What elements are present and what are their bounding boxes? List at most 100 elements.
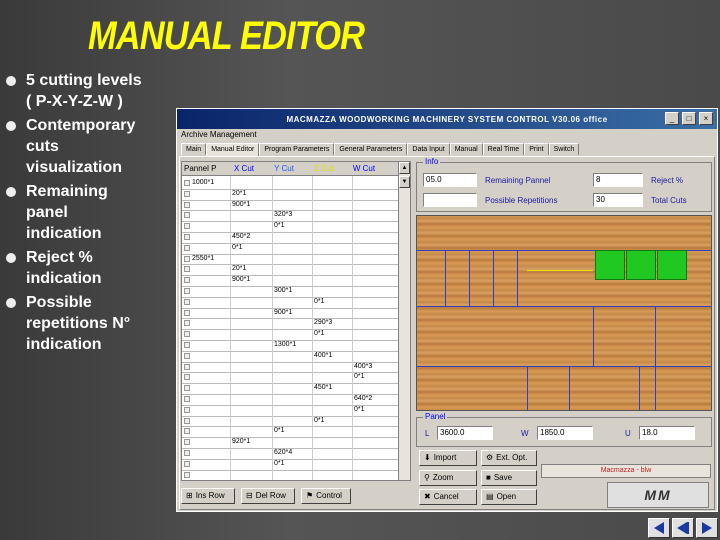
import-button[interactable]: ⬇ Import — [419, 450, 477, 466]
scroll-up-icon[interactable]: ▲ — [399, 162, 410, 174]
row-selector[interactable] — [184, 396, 190, 402]
tab-switch[interactable]: Switch — [548, 143, 580, 155]
grid-cell[interactable]: 1000*1 — [192, 179, 214, 186]
grid-cell[interactable]: 300*1 — [274, 287, 292, 294]
grid-cell[interactable]: 0*1 — [314, 417, 325, 424]
del-row-button[interactable]: ⊟ Del Row — [241, 488, 295, 504]
grid-cell[interactable]: 2550*1 — [192, 255, 214, 262]
row-selector[interactable] — [184, 460, 190, 467]
row-selector[interactable] — [184, 471, 190, 478]
grid-cell[interactable]: 620*4 — [274, 449, 292, 456]
grid-cell[interactable]: 400*3 — [354, 363, 372, 370]
grid-row-line — [182, 469, 400, 471]
row-selector[interactable] — [184, 363, 190, 370]
row-selector[interactable] — [184, 385, 190, 392]
tab-manual-editor[interactable]: Manual Editor — [206, 143, 260, 156]
panel-group: Panel L 3600.0 W 1850.0 U 18.0 — [416, 412, 712, 447]
insert-row-icon: ⊞ — [186, 491, 193, 500]
l-field[interactable]: 3600.0 — [437, 426, 493, 440]
row-selector[interactable] — [184, 406, 190, 413]
grid-cell[interactable]: 0*1 — [354, 406, 365, 413]
row-selector[interactable] — [184, 212, 190, 219]
row-selector[interactable] — [184, 417, 190, 424]
row-selector[interactable] — [184, 342, 190, 348]
grid-cell[interactable]: 400*1 — [314, 352, 332, 359]
grid-cell[interactable]: 0*1 — [314, 298, 325, 305]
grid-cell[interactable]: 450*1 — [314, 384, 332, 391]
cut-line — [527, 366, 528, 410]
row-selector[interactable] — [184, 190, 190, 197]
grid-cell[interactable]: 20*1 — [232, 265, 246, 272]
ins-row-button[interactable]: ⊞ Ins Row — [181, 488, 235, 504]
grid-cell[interactable]: 0*1 — [314, 330, 325, 337]
row-selector[interactable] — [184, 277, 190, 284]
row-selector[interactable] — [184, 298, 190, 305]
rewind-icon — [654, 522, 664, 534]
w-field[interactable]: 1850.0 — [537, 426, 593, 440]
bullet-dot-icon — [6, 298, 16, 308]
row-selector[interactable] — [184, 331, 190, 338]
status-bar: Macmazza - blw — [541, 464, 711, 478]
scroll-down-icon[interactable]: ▼ — [399, 176, 410, 188]
row-selector[interactable] — [184, 234, 190, 240]
row-selector[interactable] — [184, 201, 190, 208]
row-selector[interactable] — [184, 320, 190, 327]
tab-program-parameters[interactable]: Program Parameters — [259, 143, 335, 155]
tab-main[interactable]: Main — [181, 143, 207, 155]
menu-archive-management[interactable]: Archive Management — [177, 129, 717, 141]
tab-print[interactable]: Print — [524, 143, 549, 155]
row-selector[interactable] — [184, 223, 190, 230]
grid-cell[interactable]: 0*1 — [274, 460, 285, 467]
grid-cell[interactable]: 20*1 — [232, 190, 246, 197]
cuts-grid[interactable]: Pannel P X Cut Y Cut Z Cut W Cut 1000*1 2… — [181, 161, 411, 481]
row-selector[interactable] — [184, 266, 190, 273]
window-titlebar[interactable]: MACMAZZA WOODWORKING MACHINERY SYSTEM CO… — [177, 109, 717, 129]
remaining-field[interactable]: 8 — [593, 173, 643, 187]
cut-line — [655, 306, 656, 410]
cancel-button[interactable]: ✖ Cancel — [419, 489, 477, 505]
grid-cell[interactable]: 1300*1 — [274, 341, 296, 348]
grid-cell[interactable]: 0*1 — [274, 427, 285, 434]
row-selector[interactable] — [184, 428, 190, 435]
row-selector[interactable] — [184, 450, 190, 456]
grid-cell[interactable]: 290*3 — [314, 319, 332, 326]
grid-cell[interactable]: 640*2 — [354, 395, 372, 402]
repetitions-field[interactable]: 30 — [593, 193, 643, 207]
grid-cell[interactable]: 920*1 — [232, 438, 250, 445]
row-selector[interactable] — [184, 309, 190, 316]
grid-cell[interactable]: 900*1 — [232, 276, 250, 283]
row-selector[interactable] — [184, 374, 190, 381]
close-icon[interactable]: × — [699, 112, 713, 125]
row-selector[interactable] — [184, 352, 190, 359]
grid-cell[interactable]: 450*2 — [232, 233, 250, 240]
u-field[interactable]: 18.0 — [639, 426, 695, 440]
info-field-1[interactable]: 05.0 — [423, 173, 477, 187]
tab-real-time[interactable]: Real Time — [482, 143, 525, 155]
control-button[interactable]: ⚑ Control — [301, 488, 351, 504]
row-selector[interactable] — [184, 180, 190, 186]
row-selector[interactable] — [184, 439, 190, 446]
info-field-2[interactable] — [423, 193, 477, 207]
open-button[interactable]: ▤ Open — [481, 489, 537, 505]
maximize-icon[interactable]: □ — [682, 112, 696, 125]
prev-slide-button[interactable] — [672, 518, 694, 538]
tab-data-input[interactable]: Data Input — [407, 143, 450, 155]
first-slide-button[interactable] — [648, 518, 670, 538]
zoom-button[interactable]: ⚲ Zoom — [419, 470, 477, 486]
minimize-icon[interactable]: _ — [665, 112, 679, 125]
row-selector[interactable] — [184, 244, 190, 251]
row-selector[interactable] — [184, 288, 190, 294]
save-button[interactable]: ■ Save — [481, 470, 537, 486]
ext-opt-button[interactable]: ⚙ Ext. Opt. — [481, 450, 537, 466]
row-selector[interactable] — [184, 255, 190, 262]
tab-general-parameters[interactable]: General Parameters — [334, 143, 408, 155]
tab-manual[interactable]: Manual — [449, 143, 483, 155]
grid-cell[interactable]: 320*3 — [274, 211, 292, 218]
grid-cell[interactable]: 0*1 — [274, 222, 285, 229]
grid-cell[interactable]: 0*1 — [354, 373, 365, 380]
grid-cell[interactable]: 0*1 — [232, 244, 243, 251]
next-slide-button[interactable] — [696, 518, 718, 538]
grid-cell[interactable]: 900*1 — [232, 201, 250, 208]
grid-cell[interactable]: 900*1 — [274, 309, 292, 316]
grid-scrollbar[interactable]: ▲ ▼ — [398, 162, 410, 480]
